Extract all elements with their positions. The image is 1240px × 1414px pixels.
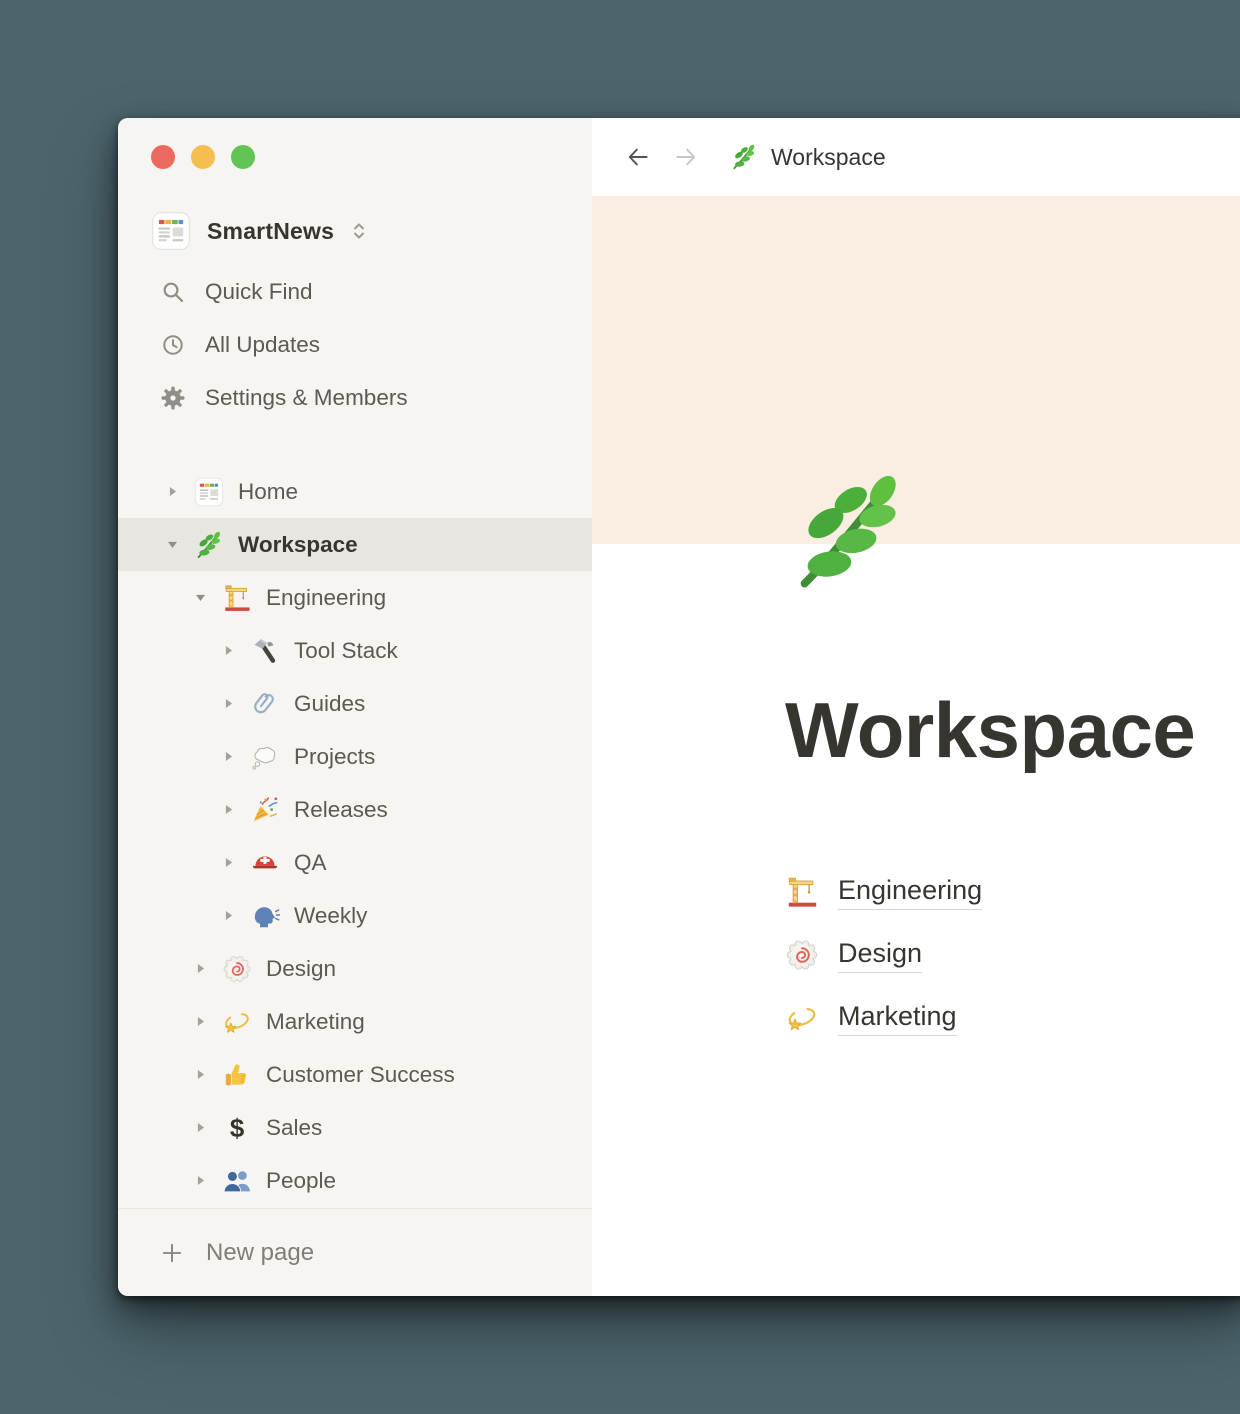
sidebar-item-guides[interactable]: Guides xyxy=(118,677,592,730)
page-title: Workspace xyxy=(785,684,1240,778)
page-tree: Home Workspace Engineering Tool Stack xyxy=(118,465,592,1207)
sidebar-item-weekly[interactable]: Weekly xyxy=(118,889,592,942)
main-pane: Workspace Workspace Engineering Design M… xyxy=(592,118,1240,1296)
herb-icon xyxy=(730,143,758,171)
chevron-right-icon[interactable] xyxy=(186,955,214,983)
chevron-right-icon[interactable] xyxy=(214,743,242,771)
chevron-right-icon[interactable] xyxy=(186,1061,214,1089)
hammer-icon xyxy=(249,635,281,667)
paperclip-icon xyxy=(249,688,281,720)
sidebar-item-all-updates[interactable]: All Updates xyxy=(118,318,592,371)
sidebar-item-home[interactable]: Home xyxy=(118,465,592,518)
sidebar: SmartNews Quick Find All Updates Setting… xyxy=(118,118,592,1296)
page-herb-icon[interactable] xyxy=(785,468,913,596)
crane-icon xyxy=(785,875,819,909)
sidebar-item-quick-find[interactable]: Quick Find xyxy=(118,265,592,318)
page-body: Workspace Engineering Design Marketing xyxy=(592,544,1240,1050)
sidebar-item-projects[interactable]: Projects xyxy=(118,730,592,783)
forward-button[interactable] xyxy=(670,141,702,173)
sidebar-item-qa[interactable]: QA xyxy=(118,836,592,889)
plus-icon xyxy=(158,1239,186,1267)
speaking-head-icon xyxy=(249,900,281,932)
newspaper-app-icon xyxy=(151,211,191,251)
chevron-right-icon[interactable] xyxy=(214,902,242,930)
gear-icon xyxy=(158,383,188,413)
sidebar-item-sales[interactable]: Sales xyxy=(118,1101,592,1154)
page-cover xyxy=(592,196,1240,544)
rescue-helmet-icon xyxy=(249,847,281,879)
thought-balloon-icon xyxy=(249,741,281,773)
close-window-button[interactable] xyxy=(151,145,175,169)
search-icon xyxy=(158,277,188,307)
sidebar-item-workspace[interactable]: Workspace xyxy=(118,518,592,571)
clock-icon xyxy=(158,330,188,360)
sidebar-item-releases[interactable]: Releases xyxy=(118,783,592,836)
herb-icon xyxy=(193,529,225,561)
fish-cake-icon xyxy=(785,938,819,972)
chevron-right-icon[interactable] xyxy=(214,637,242,665)
sidebar-item-people[interactable]: People xyxy=(118,1154,592,1207)
topbar: Workspace xyxy=(592,118,1240,196)
page-link-marketing[interactable]: Marketing xyxy=(785,987,1240,1050)
fish-cake-icon xyxy=(221,953,253,985)
party-popper-icon xyxy=(249,794,281,826)
app-window: SmartNews Quick Find All Updates Setting… xyxy=(118,118,1240,1296)
sidebar-menu: Quick Find All Updates Settings & Member… xyxy=(118,265,592,424)
crane-icon xyxy=(221,582,253,614)
thumbs-up-icon xyxy=(221,1059,253,1091)
sidebar-item-customer-success[interactable]: Customer Success xyxy=(118,1048,592,1101)
chevron-up-down-icon xyxy=(346,218,372,244)
chevron-right-icon[interactable] xyxy=(158,478,186,506)
minimize-window-button[interactable] xyxy=(191,145,215,169)
breadcrumb[interactable]: Workspace xyxy=(771,144,886,171)
shooting-star-icon xyxy=(785,1001,819,1035)
shooting-star-icon xyxy=(221,1006,253,1038)
sidebar-item-marketing[interactable]: Marketing xyxy=(118,995,592,1048)
chevron-right-icon[interactable] xyxy=(186,1114,214,1142)
newspaper-icon xyxy=(193,476,225,508)
back-button[interactable] xyxy=(622,141,654,173)
page-link-engineering[interactable]: Engineering xyxy=(785,861,1240,924)
workspace-switcher[interactable]: SmartNews xyxy=(118,211,592,251)
chevron-right-icon[interactable] xyxy=(214,849,242,877)
sidebar-item-tool-stack[interactable]: Tool Stack xyxy=(118,624,592,677)
arrow-left-icon xyxy=(624,143,652,171)
sidebar-item-engineering[interactable]: Engineering xyxy=(118,571,592,624)
busts-icon xyxy=(221,1165,253,1197)
window-controls xyxy=(118,118,592,169)
chevron-right-icon[interactable] xyxy=(186,1167,214,1195)
arrow-right-icon xyxy=(672,143,700,171)
sidebar-item-design[interactable]: Design xyxy=(118,942,592,995)
new-page-button[interactable]: New page xyxy=(118,1208,592,1296)
chevron-down-icon[interactable] xyxy=(158,531,186,559)
sidebar-item-settings-members[interactable]: Settings & Members xyxy=(118,371,592,424)
chevron-right-icon[interactable] xyxy=(214,796,242,824)
workspace-switcher-name: SmartNews xyxy=(207,218,334,245)
chevron-down-icon[interactable] xyxy=(186,584,214,612)
dollar-icon xyxy=(221,1112,253,1144)
chevron-right-icon[interactable] xyxy=(186,1008,214,1036)
page-link-design[interactable]: Design xyxy=(785,924,1240,987)
zoom-window-button[interactable] xyxy=(231,145,255,169)
chevron-right-icon[interactable] xyxy=(214,690,242,718)
child-page-links: Engineering Design Marketing xyxy=(785,861,1240,1050)
